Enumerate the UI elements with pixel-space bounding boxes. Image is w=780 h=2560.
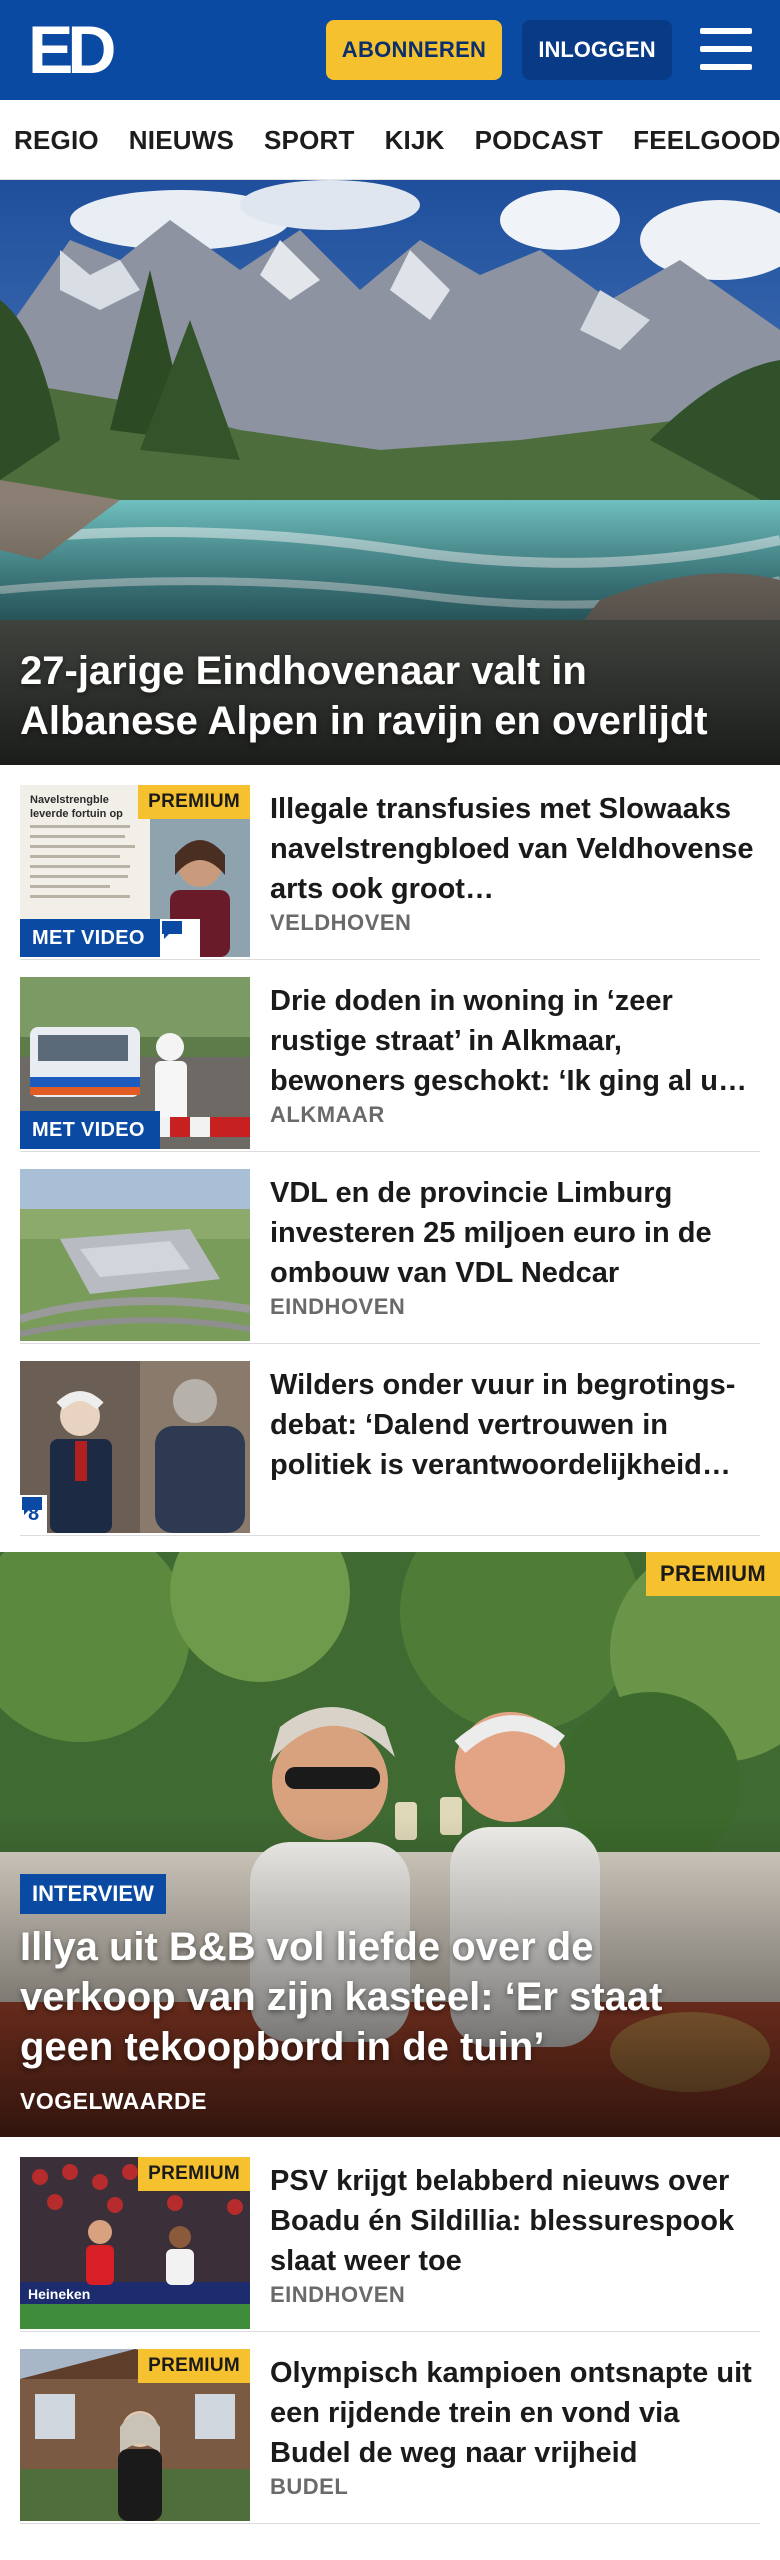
nav-item-podcast[interactable]: PODCAST <box>475 125 604 156</box>
top-header: ED ABONNEREN INLOGGEN <box>0 0 780 100</box>
site-logo-text[interactable]: ED <box>28 16 118 84</box>
nav-item-feelgood[interactable]: FEELGOOD <box>633 125 780 156</box>
article-row[interactable]: PREMIUM Olympisch kampioen ontsnapte uit… <box>20 2349 760 2524</box>
article-row[interactable]: 8 Wilders onder vuur in begrotings- deba… <box>20 1361 760 1536</box>
article-thumbnail[interactable]: MET VIDEO <box>20 977 250 1149</box>
article-thumbnail[interactable]: 8 <box>20 1361 250 1533</box>
politician-thumbnail-image <box>20 1361 250 1533</box>
interview-badge: INTERVIEW <box>20 1874 166 1914</box>
article-title[interactable]: VDL en de provincie Limburg investeren 2… <box>270 1173 760 1293</box>
premium-badge: PREMIUM <box>138 785 250 819</box>
section-nav: REGIO NIEUWS SPORT KIJK PODCAST FEELGOOD <box>0 100 780 180</box>
subscribe-button[interactable]: ABONNEREN <box>326 20 502 80</box>
comment-icon <box>22 1497 42 1515</box>
article-location: VELDHOVEN <box>270 910 412 935</box>
nav-item-regio[interactable]: REGIO <box>14 125 99 156</box>
feature-title[interactable]: Illya uit B&B vol liefde over de verkoop… <box>20 1922 760 2072</box>
article-title[interactable]: Wilders onder vuur in begrotings- debat:… <box>270 1365 760 1485</box>
hero-article[interactable]: 27-jarige Eindhovenaar valt in Albanese … <box>0 180 780 765</box>
article-location: EINDHOVEN <box>270 2282 406 2307</box>
article-location: EINDHOVEN <box>270 1294 406 1319</box>
thumb-caption-line-2: leverde fortuin op <box>30 808 123 820</box>
article-row[interactable]: MET VIDEO Drie doden in woning in ‘zeer … <box>20 977 760 1152</box>
nav-item-sport[interactable]: SPORT <box>264 125 355 156</box>
premium-badge: PREMIUM <box>138 2349 250 2383</box>
article-row[interactable]: Heineken PREMIUM PSV krijgt belabberd ni… <box>20 2157 760 2332</box>
site-logo[interactable]: ED <box>28 16 118 84</box>
comment-count-badge: 8 <box>20 1495 48 1533</box>
article-thumbnail[interactable]: PREMIUM <box>20 2349 250 2521</box>
video-badge: MET VIDEO <box>20 919 160 957</box>
thumb-sponsor-text: Heineken <box>28 2286 90 2302</box>
nav-item-kijk[interactable]: KIJK <box>385 125 445 156</box>
hero-title[interactable]: 27-jarige Eindhovenaar valt in Albanese … <box>20 646 760 746</box>
video-badge: MET VIDEO <box>20 1111 160 1149</box>
article-row[interactable]: Navelstrengble leverde fortuin op PREMIU… <box>20 785 760 960</box>
premium-badge: PREMIUM <box>646 1552 780 1596</box>
thumb-caption-line-1: Navelstrengble <box>30 794 109 806</box>
nav-item-nieuws[interactable]: NIEUWS <box>129 125 234 156</box>
article-title[interactable]: PSV krijgt belabberd nieuws over Boadu é… <box>270 2161 760 2281</box>
article-thumbnail[interactable]: Navelstrengble leverde fortuin op PREMIU… <box>20 785 250 957</box>
article-thumbnail[interactable] <box>20 1169 250 1341</box>
article-title[interactable]: Illegale transfusies met Slowaaks navels… <box>270 789 760 909</box>
article-thumbnail[interactable]: Heineken PREMIUM <box>20 2157 250 2329</box>
article-location: ALKMAAR <box>270 1102 385 1127</box>
login-button[interactable]: INLOGGEN <box>522 20 672 80</box>
article-location: BUDEL <box>270 2474 349 2499</box>
factory-aerial-thumbnail-image <box>20 1169 250 1341</box>
feature-article[interactable]: PREMIUM INTERVIEW Illya uit B&B vol lief… <box>0 1552 780 2137</box>
article-row[interactable]: VDL en de provincie Limburg investeren 2… <box>20 1169 760 1344</box>
feature-location: VOGELWAARDE <box>20 2088 207 2114</box>
article-title[interactable]: Drie doden in woning in ‘zeer rustige st… <box>270 981 760 1101</box>
hamburger-menu-icon[interactable] <box>700 26 752 72</box>
comment-icon <box>160 919 200 957</box>
article-title[interactable]: Olympisch kampioen ontsnapte uit een rij… <box>270 2353 760 2473</box>
premium-badge: PREMIUM <box>138 2157 250 2191</box>
